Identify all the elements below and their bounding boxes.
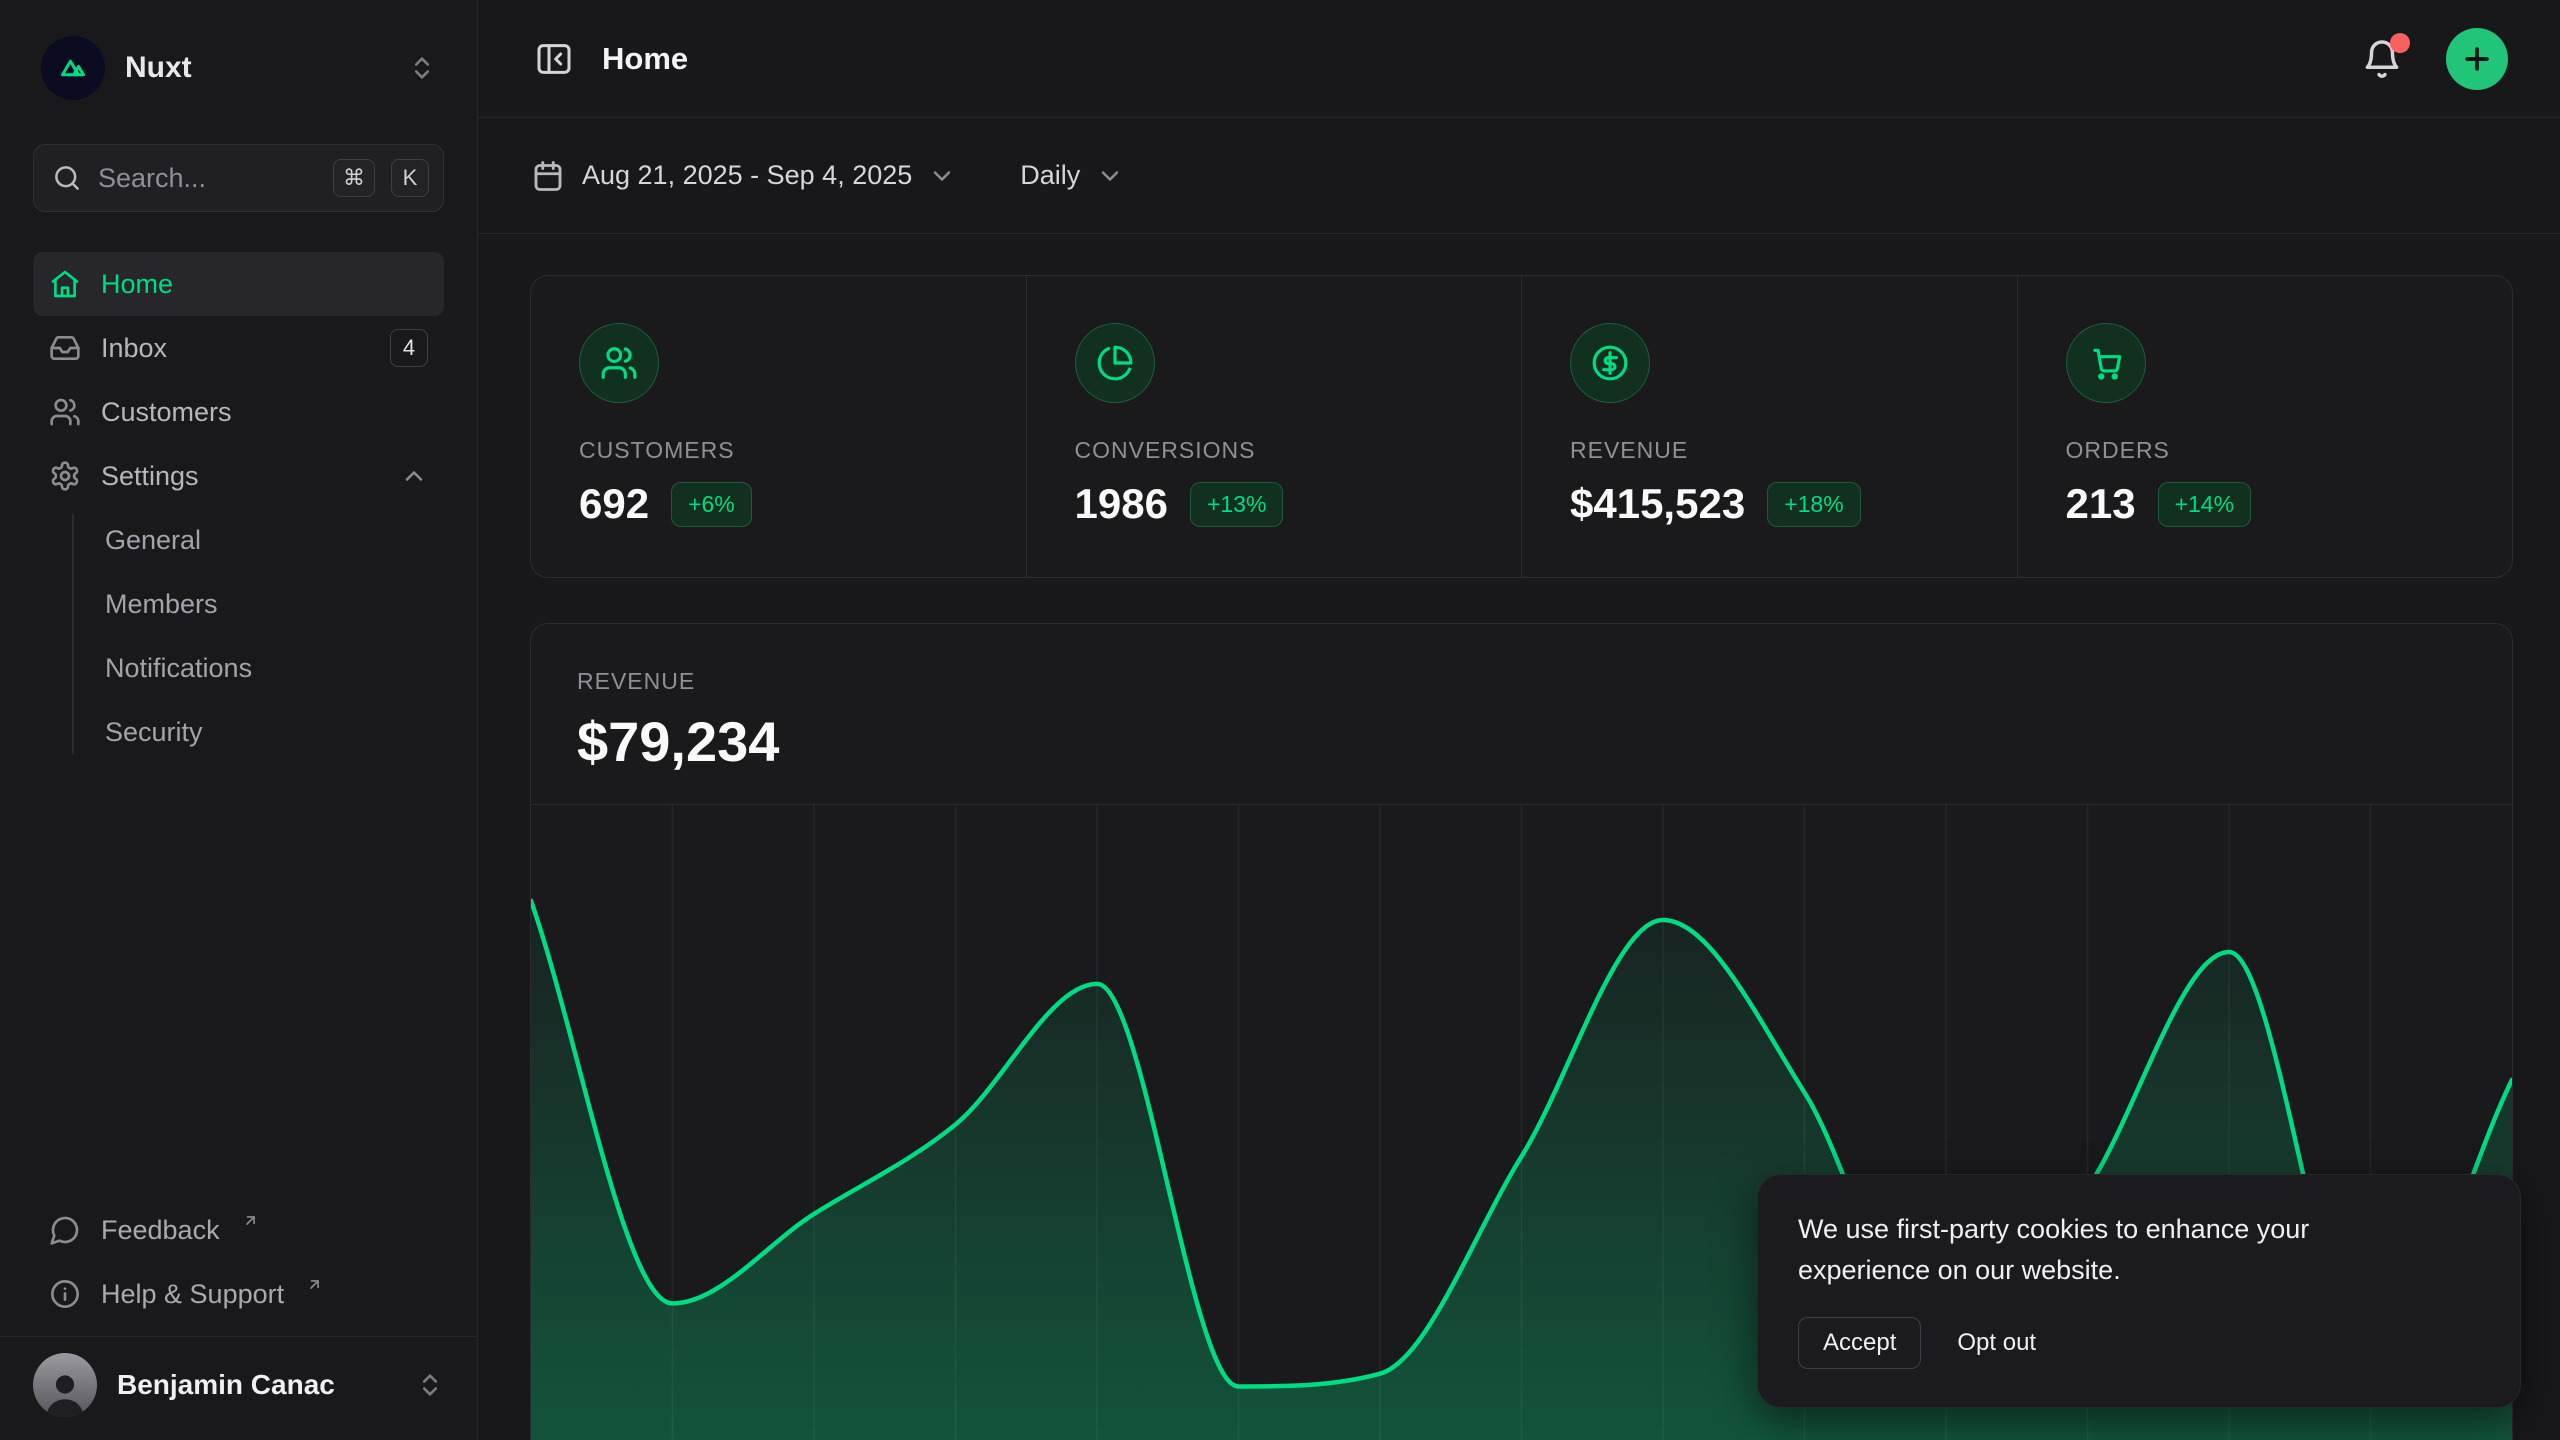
search-placeholder: Search...: [98, 163, 317, 194]
sidebar-item-inbox[interactable]: Inbox 4: [33, 316, 444, 380]
app-root: Nuxt Search... ⌘ K Home: [0, 0, 2560, 1440]
stat-revenue[interactable]: REVENUE $415,523 +18%: [1521, 276, 2017, 577]
sidebar-item-label: Home: [101, 269, 173, 300]
sidebar-item-feedback[interactable]: Feedback: [33, 1198, 444, 1262]
external-link-icon: [306, 1276, 323, 1293]
stat-conversions[interactable]: CONVERSIONS 1986 +13%: [1026, 276, 1522, 577]
kbd-command: ⌘: [333, 159, 375, 197]
collapse-sidebar-button[interactable]: [530, 35, 578, 83]
kbd-k: K: [391, 159, 429, 197]
workspace-switcher[interactable]: Nuxt: [33, 28, 444, 100]
sidebar-item-help-support[interactable]: Help & Support: [33, 1262, 444, 1326]
chevrons-up-down-icon: [416, 1371, 444, 1399]
dollar-circle-icon: [1570, 323, 1650, 403]
stat-delta-badge: +18%: [1767, 482, 1860, 527]
gear-icon: [49, 460, 81, 492]
notification-dot: [2390, 33, 2410, 53]
users-icon: [49, 396, 81, 428]
calendar-icon: [530, 158, 566, 194]
message-bubble-icon: [49, 1214, 81, 1246]
date-range-picker[interactable]: Aug 21, 2025 - Sep 4, 2025: [530, 158, 956, 194]
sidebar-item-settings[interactable]: Settings: [33, 444, 444, 508]
cookie-message: We use first-party cookies to enhance yo…: [1798, 1209, 2428, 1291]
panel-collapse-icon: [534, 39, 574, 79]
stat-value: 692: [579, 480, 649, 528]
notifications-button[interactable]: [2358, 35, 2406, 83]
stat-delta-badge: +14%: [2158, 482, 2251, 527]
sidebar-item-home[interactable]: Home: [33, 252, 444, 316]
cart-icon: [2066, 323, 2146, 403]
page-title: Home: [602, 41, 688, 77]
info-circle-icon: [49, 1278, 81, 1310]
revenue-chart-header: REVENUE $79,234: [531, 624, 2512, 804]
sidebar-item-label: Help & Support: [101, 1279, 284, 1310]
sidebar-item-label: Settings: [101, 461, 199, 492]
top-header: Home: [478, 0, 2560, 118]
users-icon: [579, 323, 659, 403]
accept-cookies-button[interactable]: Accept: [1798, 1317, 1921, 1369]
house-icon: [49, 268, 81, 300]
search-icon: [52, 163, 82, 193]
plus-icon: [2460, 42, 2494, 76]
sidebar-subitem-general[interactable]: General: [105, 508, 444, 572]
inbox-count-badge: 4: [390, 329, 428, 367]
stat-label: ORDERS: [2066, 437, 2465, 464]
stats-card-row: CUSTOMERS 692 +6% CONVERSIONS 1986 +13%: [530, 275, 2513, 578]
filters-toolbar: Aug 21, 2025 - Sep 4, 2025 Daily: [478, 118, 2560, 234]
chevron-down-icon: [1096, 162, 1124, 190]
user-name: Benjamin Canac: [117, 1369, 396, 1401]
cookie-actions: Accept Opt out: [1798, 1317, 2480, 1369]
account-menu-button[interactable]: Benjamin Canac: [0, 1336, 477, 1432]
stat-delta-badge: +6%: [671, 482, 752, 527]
stat-value: $415,523: [1570, 480, 1745, 528]
stat-label: CUSTOMERS: [579, 437, 978, 464]
sidebar-item-label: Customers: [101, 397, 232, 428]
sidebar-subitem-security[interactable]: Security: [105, 700, 444, 764]
sidebar-nav: Home Inbox 4 Customers Sett: [33, 252, 444, 764]
granularity-select[interactable]: Daily: [1020, 160, 1124, 191]
chevron-up-icon: [400, 462, 428, 490]
stat-delta-badge: +13%: [1190, 482, 1283, 527]
stat-customers[interactable]: CUSTOMERS 692 +6%: [531, 276, 1026, 577]
stat-label: REVENUE: [1570, 437, 1969, 464]
sidebar-footer: Feedback Help & Support Benjamin Canac: [33, 1198, 444, 1440]
sidebar-item-customers[interactable]: Customers: [33, 380, 444, 444]
add-button[interactable]: [2446, 28, 2508, 90]
sidebar-item-label: Inbox: [101, 333, 167, 364]
date-range-label: Aug 21, 2025 - Sep 4, 2025: [582, 160, 912, 191]
revenue-chart-value: $79,234: [577, 709, 2466, 774]
workspace-name: Nuxt: [125, 51, 388, 85]
optout-cookies-button[interactable]: Opt out: [1957, 1329, 2036, 1357]
nuxt-logo-icon: [41, 36, 105, 100]
sidebar: Nuxt Search... ⌘ K Home: [0, 0, 478, 1440]
sidebar-subitem-members[interactable]: Members: [105, 572, 444, 636]
sidebar-subitem-notifications[interactable]: Notifications: [105, 636, 444, 700]
granularity-label: Daily: [1020, 160, 1080, 191]
sidebar-item-label: Feedback: [101, 1215, 220, 1246]
stat-value: 1986: [1075, 480, 1168, 528]
chevron-down-icon: [928, 162, 956, 190]
main-area: Home Aug 21, 2025 - Sep 4, 2025: [478, 0, 2560, 1440]
pie-chart-icon: [1075, 323, 1155, 403]
settings-subnav: General Members Notifications Security: [33, 508, 444, 764]
cookie-banner: We use first-party cookies to enhance yo…: [1757, 1174, 2521, 1408]
inbox-icon: [49, 332, 81, 364]
avatar: [33, 1353, 97, 1417]
search-input[interactable]: Search... ⌘ K: [33, 144, 444, 212]
chevrons-up-down-icon: [408, 54, 436, 82]
revenue-chart-label: REVENUE: [577, 668, 2466, 695]
external-link-icon: [242, 1212, 259, 1229]
stat-label: CONVERSIONS: [1075, 437, 1474, 464]
stat-value: 213: [2066, 480, 2136, 528]
stat-orders[interactable]: ORDERS 213 +14%: [2017, 276, 2513, 577]
